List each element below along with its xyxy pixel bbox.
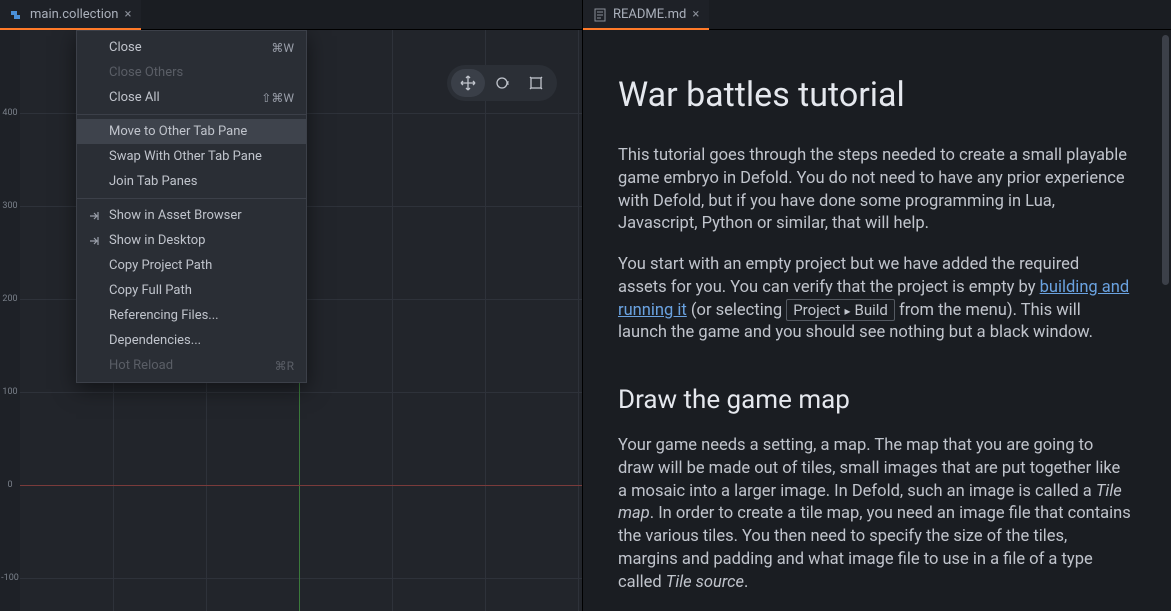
gridline bbox=[578, 30, 579, 611]
readme-paragraph: This tutorial goes through the steps nee… bbox=[618, 145, 1131, 236]
menu-item-copy-full-path[interactable]: Copy Full Path bbox=[77, 278, 306, 303]
menu-item-label: Dependencies... bbox=[109, 333, 201, 348]
chevron-right-icon: ▸ bbox=[844, 304, 850, 318]
menu-item-label: Join Tab Panes bbox=[109, 174, 198, 189]
menu-item-label: Close bbox=[109, 40, 142, 55]
arrow-in-right-icon bbox=[87, 234, 101, 248]
menu-item-show-in-desktop[interactable]: Show in Desktop bbox=[77, 228, 306, 253]
markdown-file-icon bbox=[593, 8, 607, 22]
menu-item-hot-reload: Hot Reload ⌘R bbox=[77, 353, 306, 378]
close-icon[interactable]: × bbox=[125, 7, 132, 22]
tab-label: README.md bbox=[613, 7, 686, 22]
menu-item-label: Close Others bbox=[109, 65, 183, 80]
viewport-toolbar bbox=[447, 65, 557, 101]
menu-item-label: Referencing Files... bbox=[109, 308, 219, 323]
scene-editor[interactable]: 400 300 200 100 0 -100 bbox=[0, 30, 582, 611]
menu-item-label: Move to Other Tab Pane bbox=[109, 124, 247, 139]
tab-main-collection[interactable]: main.collection × bbox=[0, 0, 141, 29]
readme-em: Tile source bbox=[666, 573, 744, 592]
menu-item-label: Close All bbox=[109, 90, 160, 105]
menu-shortcut: ⌘W bbox=[271, 41, 294, 55]
scale-tool-button[interactable] bbox=[519, 69, 553, 97]
menu-separator bbox=[77, 114, 306, 115]
menu-item-close-all[interactable]: Close All ⇧⌘W bbox=[77, 85, 306, 110]
ruler-tick: 300 bbox=[0, 201, 20, 211]
x-axis bbox=[20, 485, 582, 486]
tab-readme[interactable]: README.md × bbox=[583, 0, 709, 29]
menu-item-referencing-files[interactable]: Referencing Files... bbox=[77, 303, 306, 328]
rotate-tool-button[interactable] bbox=[485, 69, 519, 97]
menu-item-join-tab-panes[interactable]: Join Tab Panes bbox=[77, 169, 306, 194]
vertical-ruler: 400 300 200 100 0 -100 bbox=[0, 30, 20, 611]
menu-item-show-in-asset-browser[interactable]: Show in Asset Browser bbox=[77, 203, 306, 228]
ruler-tick: 100 bbox=[0, 387, 20, 397]
tab-context-menu: Close ⌘W Close Others Close All ⇧⌘W Move to O… bbox=[76, 30, 307, 383]
tab-label: main.collection bbox=[30, 7, 119, 22]
menu-shortcut: ⌘R bbox=[275, 359, 294, 373]
menu-item-swap-with-other-tab-pane[interactable]: Swap With Other Tab Pane bbox=[77, 144, 306, 169]
ruler-tick: 400 bbox=[0, 108, 20, 118]
collection-icon bbox=[10, 8, 24, 22]
left-tabbar: main.collection × bbox=[0, 0, 582, 30]
menu-separator bbox=[77, 198, 306, 199]
menu-item-label: Show in Desktop bbox=[109, 233, 205, 248]
menu-item-label: Show in Asset Browser bbox=[109, 208, 242, 223]
menu-item-label: Copy Full Path bbox=[109, 283, 192, 298]
menu-item-close-others: Close Others bbox=[77, 60, 306, 85]
gridline bbox=[20, 392, 582, 393]
readme-paragraph: Your game needs a setting, a map. The ma… bbox=[618, 435, 1131, 594]
readme-paragraph: You start with an empty project but we h… bbox=[618, 254, 1131, 345]
readme-h2: Draw the game map bbox=[618, 385, 1131, 415]
menu-item-label: Swap With Other Tab Pane bbox=[109, 149, 262, 164]
menu-item-move-to-other-tab-pane[interactable]: Move to Other Tab Pane bbox=[77, 119, 306, 144]
menu-shortcut: ⇧⌘W bbox=[261, 91, 294, 105]
menu-item-dependencies[interactable]: Dependencies... bbox=[77, 328, 306, 353]
scrollbar[interactable] bbox=[1162, 35, 1169, 285]
close-icon[interactable]: × bbox=[692, 7, 699, 22]
menu-item-close[interactable]: Close ⌘W bbox=[77, 35, 306, 60]
gridline bbox=[392, 30, 393, 611]
ruler-tick: -100 bbox=[0, 573, 20, 583]
kbd-menu-path: Project▸Build bbox=[786, 299, 895, 321]
readme-content[interactable]: War battles tutorial This tutorial goes … bbox=[583, 30, 1171, 611]
ruler-tick: 0 bbox=[0, 480, 20, 490]
gridline bbox=[485, 30, 486, 611]
gridline bbox=[20, 578, 582, 579]
ruler-tick: 200 bbox=[0, 294, 20, 304]
right-pane: README.md × War battles tutorial This tu… bbox=[583, 0, 1171, 611]
menu-item-copy-project-path[interactable]: Copy Project Path bbox=[77, 253, 306, 278]
left-pane: main.collection × 400 300 200 100 0 -100 bbox=[0, 0, 583, 611]
readme-h1: War battles tutorial bbox=[618, 75, 1131, 115]
move-tool-button[interactable] bbox=[451, 69, 485, 97]
arrow-in-right-icon bbox=[87, 209, 101, 223]
menu-item-label: Hot Reload bbox=[109, 358, 173, 373]
menu-item-label: Copy Project Path bbox=[109, 258, 212, 273]
right-tabbar: README.md × bbox=[583, 0, 1171, 30]
